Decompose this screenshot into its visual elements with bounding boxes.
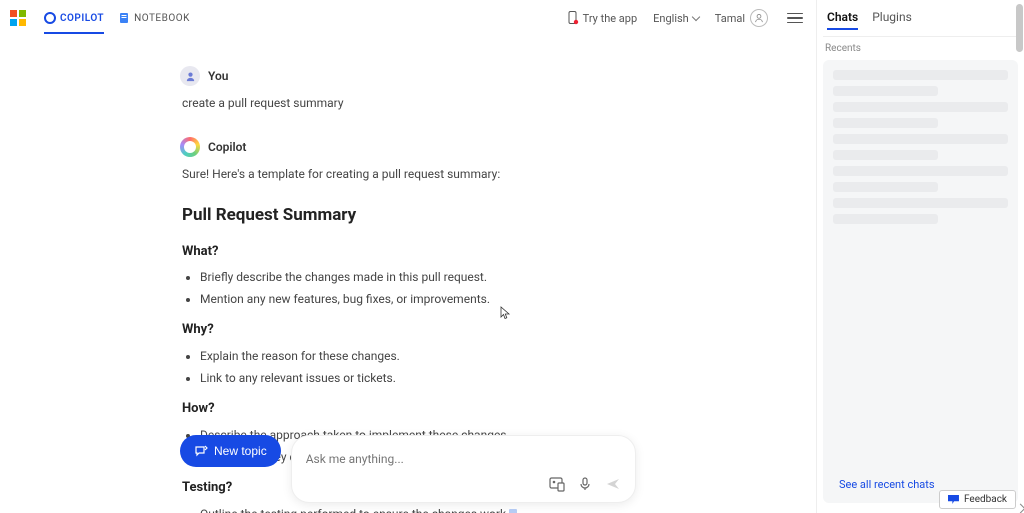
feedback-icon bbox=[948, 495, 959, 504]
user-avatar bbox=[180, 66, 200, 86]
language-label: English bbox=[653, 12, 689, 25]
pr-list: Outline the testing performed to ensure … bbox=[182, 505, 776, 513]
user-name: Tamal bbox=[715, 12, 745, 25]
list-item: Briefly describe the changes made in thi… bbox=[200, 268, 776, 286]
phone-icon bbox=[567, 11, 579, 25]
tab-label: COPILOT bbox=[60, 13, 104, 24]
copilot-intro: Sure! Here's a template for creating a p… bbox=[182, 165, 776, 184]
resize-handle-icon[interactable] bbox=[1016, 505, 1024, 513]
sidebar-tab-plugins[interactable]: Plugins bbox=[872, 10, 912, 30]
language-selector[interactable]: English bbox=[653, 12, 699, 25]
mic-icon[interactable] bbox=[577, 476, 593, 492]
pr-heading: How? bbox=[182, 399, 776, 420]
typing-cursor-icon bbox=[509, 509, 517, 513]
list-item: Link to any relevant issues or tickets. bbox=[200, 369, 776, 387]
send-icon[interactable] bbox=[605, 476, 621, 492]
try-app-link[interactable]: Try the app bbox=[567, 11, 637, 25]
feedback-label: Feedback bbox=[964, 494, 1007, 505]
pr-title: Pull Request Summary bbox=[182, 202, 776, 229]
pr-list: Briefly describe the changes made in thi… bbox=[182, 268, 776, 308]
composer[interactable] bbox=[291, 435, 636, 503]
tab-copilot[interactable]: COPILOT bbox=[44, 2, 104, 34]
right-sidebar: Chats Plugins Recents See all recent cha… bbox=[816, 0, 1024, 513]
user-text: create a pull request summary bbox=[180, 94, 776, 113]
header: COPILOT NOTEBOOK Try the app En bbox=[0, 0, 816, 36]
pr-heading: What? bbox=[182, 242, 776, 263]
main-tabs: COPILOT NOTEBOOK bbox=[44, 2, 190, 34]
mouse-cursor-icon bbox=[500, 306, 511, 324]
hamburger-menu[interactable] bbox=[784, 10, 806, 27]
microsoft-logo bbox=[10, 10, 26, 26]
sidebar-tab-chats[interactable]: Chats bbox=[827, 10, 858, 30]
notebook-icon bbox=[118, 12, 130, 24]
user-avatar-icon bbox=[750, 9, 768, 27]
new-topic-icon bbox=[194, 444, 208, 458]
user-message: You create a pull request summary bbox=[180, 66, 776, 113]
copilot-avatar bbox=[180, 137, 200, 157]
chevron-down-icon bbox=[692, 13, 700, 21]
copilot-label: Copilot bbox=[208, 140, 246, 154]
new-topic-label: New topic bbox=[214, 444, 267, 458]
pr-heading: Why? bbox=[182, 320, 776, 341]
scrollbar-thumb[interactable] bbox=[1016, 4, 1023, 52]
list-item: Mention any new features, bug fixes, or … bbox=[200, 290, 776, 308]
tab-label: NOTEBOOK bbox=[134, 13, 190, 24]
composer-input[interactable] bbox=[306, 450, 621, 468]
pr-list: Explain the reason for these changes. Li… bbox=[182, 347, 776, 387]
vertical-scrollbar[interactable] bbox=[1014, 0, 1024, 513]
copilot-icon bbox=[44, 12, 56, 24]
recents-label: Recents bbox=[823, 37, 1018, 60]
list-item: Outline the testing performed to ensure … bbox=[200, 505, 776, 513]
user-label: You bbox=[208, 69, 228, 83]
feedback-button[interactable]: Feedback bbox=[939, 490, 1016, 509]
tab-notebook[interactable]: NOTEBOOK bbox=[118, 2, 190, 34]
image-input-icon[interactable] bbox=[549, 476, 565, 492]
new-topic-button[interactable]: New topic bbox=[180, 435, 281, 467]
try-app-label: Try the app bbox=[583, 12, 637, 25]
list-item: Explain the reason for these changes. bbox=[200, 347, 776, 365]
user-menu[interactable]: Tamal bbox=[715, 9, 768, 27]
recents-card: See all recent chats bbox=[823, 60, 1018, 503]
